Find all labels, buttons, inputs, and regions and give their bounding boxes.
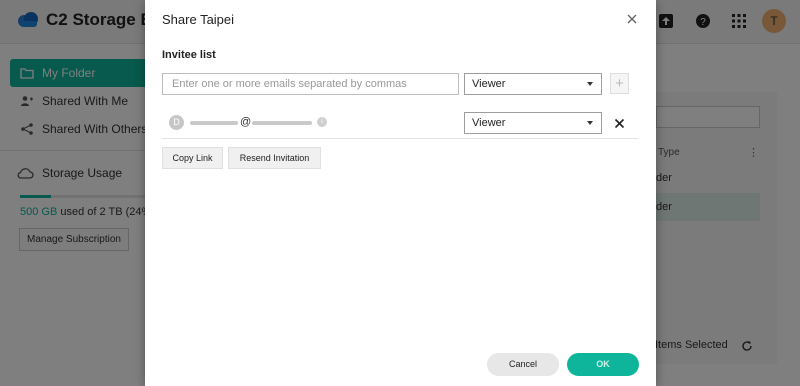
- chevron-down-icon: [587, 121, 593, 125]
- role-select-value: Viewer: [472, 78, 506, 90]
- share-dialog: Share Taipei Invitee list Viewer + D @ i…: [145, 0, 656, 386]
- add-invitee-button[interactable]: +: [610, 73, 629, 94]
- invitee-role-select[interactable]: Viewer: [464, 112, 602, 134]
- email-at-symbol: @: [240, 116, 252, 128]
- email-input[interactable]: [162, 73, 459, 95]
- dialog-title: Share Taipei: [162, 12, 235, 27]
- remove-invitee-icon[interactable]: [614, 118, 625, 129]
- info-icon: i: [317, 117, 327, 127]
- redacted-email-user: [190, 121, 238, 125]
- ok-button[interactable]: OK: [567, 353, 639, 376]
- chevron-down-icon: [587, 82, 593, 86]
- role-select-value: Viewer: [472, 117, 506, 129]
- resend-invitation-button[interactable]: Resend Invitation: [228, 147, 321, 169]
- copy-link-button[interactable]: Copy Link: [162, 147, 223, 169]
- invitee-avatar: D: [169, 115, 184, 130]
- invitee-list-label: Invitee list: [162, 49, 216, 61]
- close-icon[interactable]: [626, 13, 638, 25]
- redacted-email-domain: [252, 121, 312, 125]
- cancel-button[interactable]: Cancel: [487, 353, 559, 376]
- new-invitee-role-select[interactable]: Viewer: [464, 73, 602, 95]
